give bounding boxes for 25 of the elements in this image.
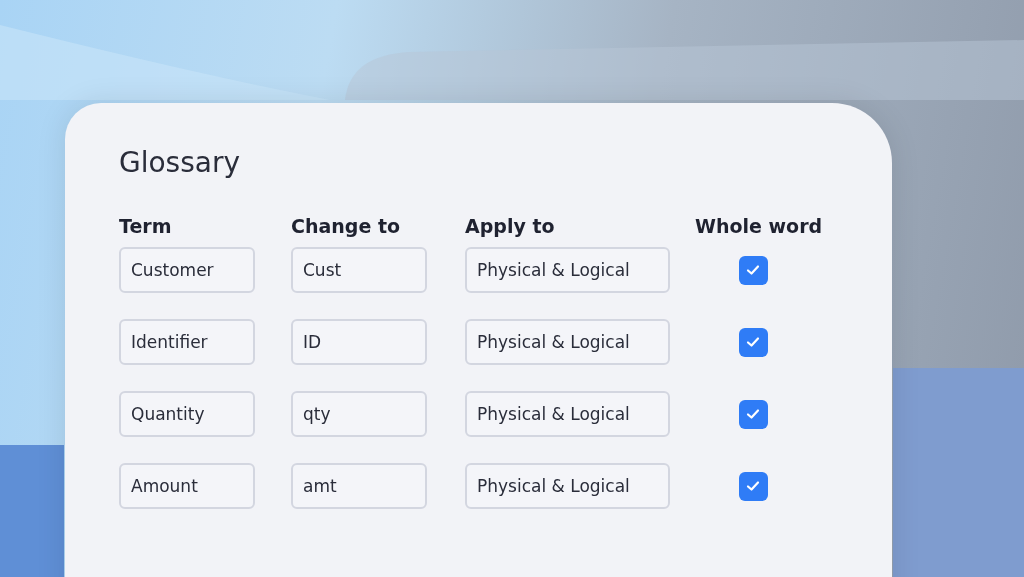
column-header: Whole word (695, 214, 823, 239)
check-icon (746, 480, 760, 492)
check-icon (746, 264, 760, 276)
change-to-field[interactable]: Cust (291, 247, 427, 293)
term-field[interactable]: Identifier (119, 319, 255, 365)
whole-word-checkbox[interactable] (738, 399, 768, 429)
term-field[interactable]: Amount (119, 463, 255, 509)
change-to-field[interactable]: ID (291, 319, 427, 365)
change-to-field[interactable]: amt (291, 463, 427, 509)
apply-to-field[interactable]: Physical & Logical (465, 247, 670, 293)
apply-to-field[interactable]: Physical & Logical (465, 463, 670, 509)
column-header: Apply to (465, 214, 555, 239)
whole-word-checkbox[interactable] (738, 255, 768, 285)
whole-word-checkbox[interactable] (738, 327, 768, 357)
term-field[interactable]: Quantity (119, 391, 255, 437)
column-header: Change to (291, 214, 401, 239)
apply-to-field[interactable]: Physical & Logical (465, 391, 670, 437)
check-icon (746, 336, 760, 348)
check-icon (746, 408, 760, 420)
change-to-field[interactable]: qty (291, 391, 427, 437)
term-field[interactable]: Customer (119, 247, 255, 293)
panel-title: Glossary (119, 145, 241, 181)
apply-to-field[interactable]: Physical & Logical (465, 319, 670, 365)
column-header: Term (119, 214, 172, 239)
whole-word-checkbox[interactable] (738, 471, 768, 501)
